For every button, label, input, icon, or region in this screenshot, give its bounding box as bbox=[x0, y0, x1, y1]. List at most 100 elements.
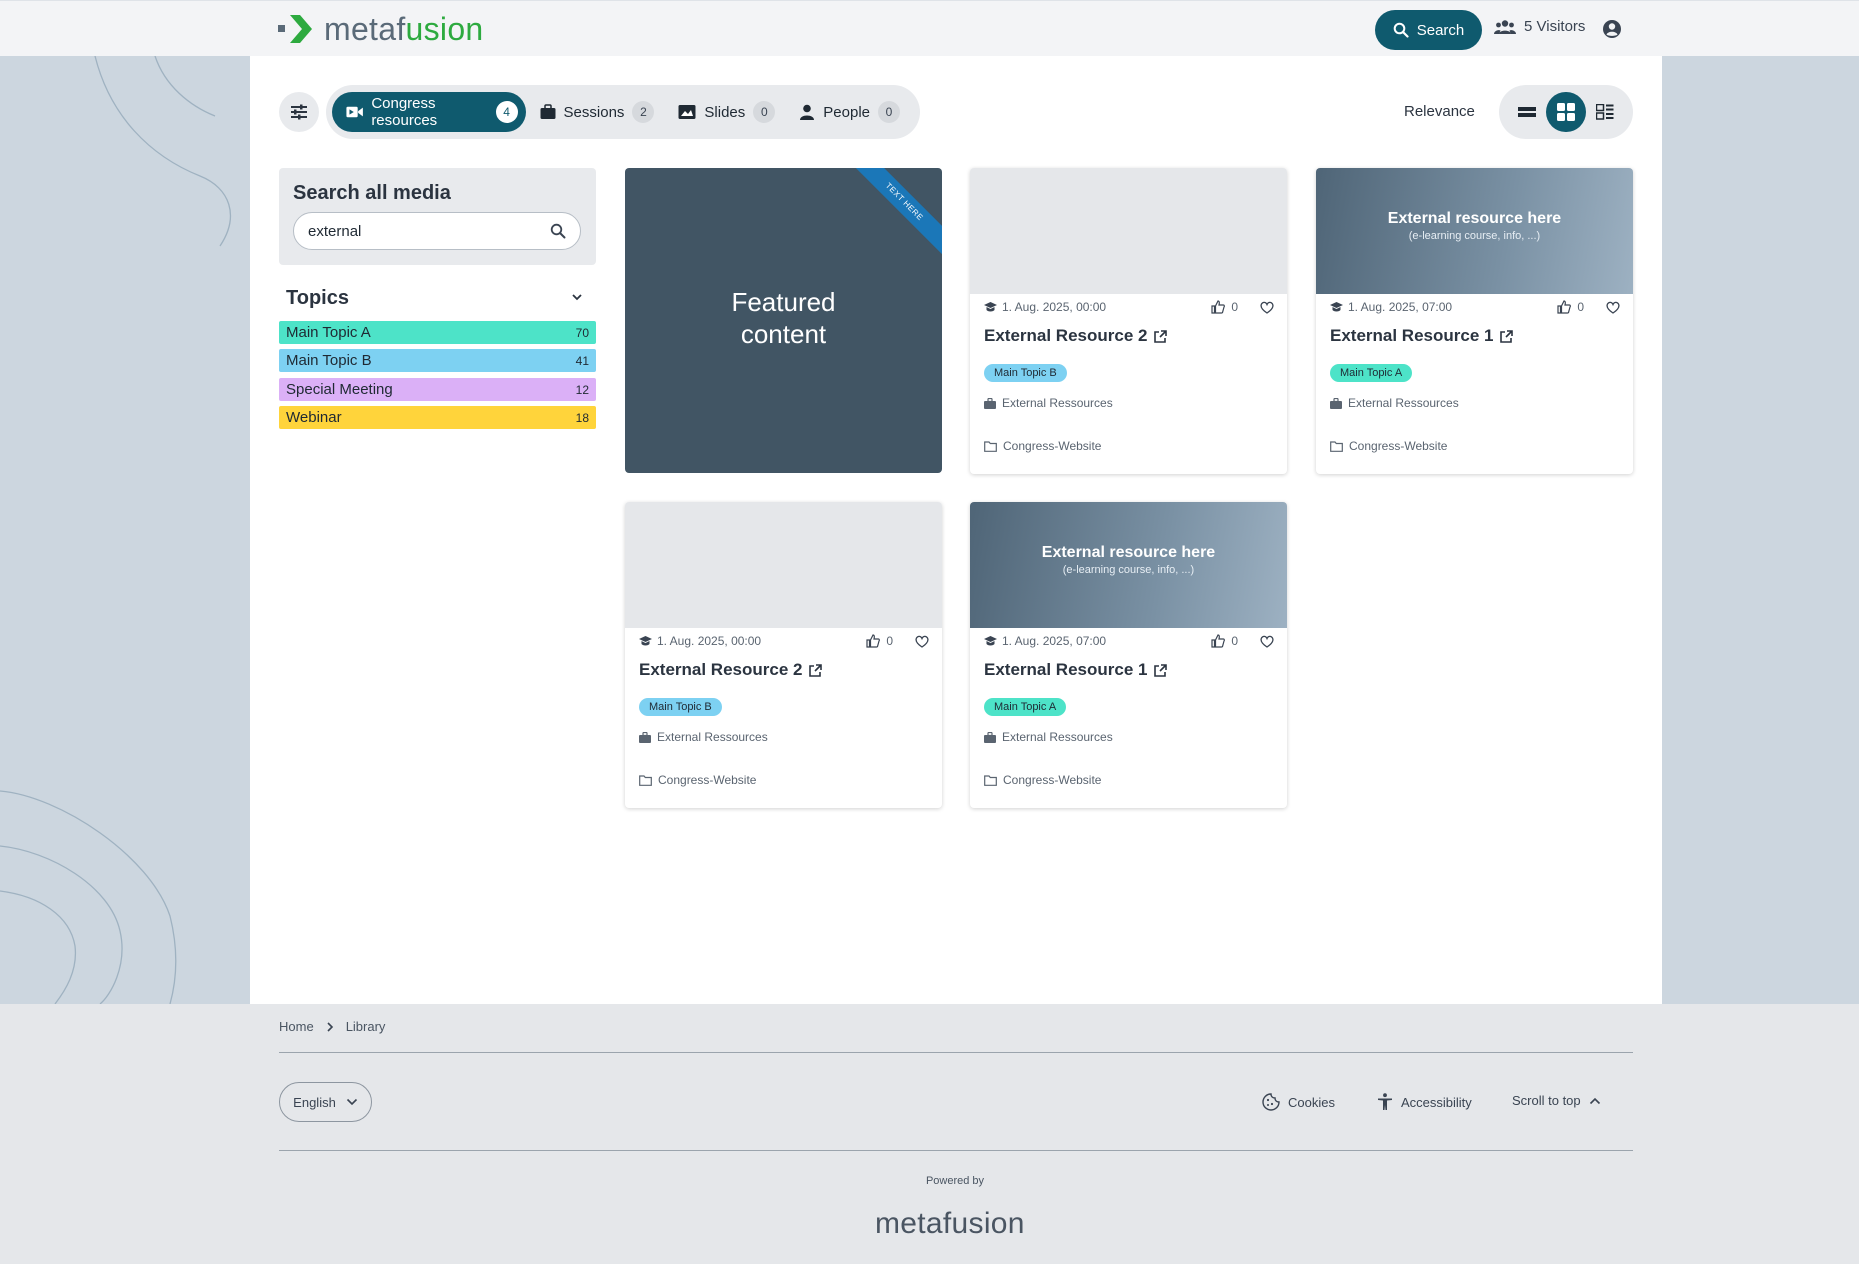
search-icon[interactable] bbox=[550, 223, 566, 239]
heart-icon[interactable] bbox=[1260, 635, 1274, 648]
heart-icon[interactable] bbox=[1606, 301, 1620, 314]
filter-toggle-button[interactable] bbox=[279, 92, 319, 132]
view-compact-button[interactable] bbox=[1586, 92, 1625, 132]
like-button[interactable]: 0 bbox=[1557, 300, 1584, 314]
logo[interactable]: metafusion bbox=[278, 13, 484, 45]
header-search-button[interactable]: Search bbox=[1375, 10, 1482, 50]
media-search-box: Search all media external bbox=[279, 168, 596, 265]
account-button[interactable] bbox=[1602, 19, 1622, 39]
like-button[interactable]: 0 bbox=[1211, 300, 1238, 314]
topic-tag[interactable]: Main Topic B bbox=[639, 698, 722, 716]
chevron-down-icon[interactable] bbox=[570, 290, 584, 304]
breadcrumb-home[interactable]: Home bbox=[279, 1019, 314, 1034]
card-title[interactable]: External Resource 1 bbox=[984, 660, 1168, 680]
scroll-to-top-link[interactable]: Scroll to top bbox=[1512, 1093, 1601, 1108]
card-folder-text: Congress-Website bbox=[1003, 439, 1102, 453]
thumbs-up-icon bbox=[1211, 300, 1226, 314]
graduation-cap-icon bbox=[984, 301, 997, 311]
folder-icon bbox=[639, 774, 652, 786]
briefcase-icon bbox=[984, 731, 996, 743]
tab-slides[interactable]: Slides 0 bbox=[668, 92, 785, 132]
visitors-icon bbox=[1494, 19, 1516, 34]
card-title-text: External Resource 2 bbox=[984, 326, 1148, 345]
card-folder-text: Congress-Website bbox=[658, 773, 757, 787]
topic-filter-main-topic-a[interactable]: Main Topic A 70 bbox=[279, 321, 596, 344]
logo-text-part2: usion bbox=[405, 11, 484, 47]
breadcrumb-current[interactable]: Library bbox=[346, 1019, 386, 1034]
topic-label: Main Topic A bbox=[286, 324, 371, 341]
visitors-button[interactable]: 5 Visitors bbox=[1494, 18, 1585, 35]
card-thumbnail bbox=[625, 502, 942, 628]
heart-icon[interactable] bbox=[1260, 301, 1274, 314]
card-meta: 1. Aug. 2025, 07:00 0 bbox=[984, 634, 1274, 648]
cookies-link[interactable]: Cookies bbox=[1262, 1093, 1335, 1111]
featured-line-2: content bbox=[740, 319, 827, 349]
resource-card[interactable]: External resource here (e-learning cours… bbox=[970, 502, 1287, 808]
resource-card[interactable]: External resource here (e-learning cours… bbox=[1316, 168, 1633, 474]
featured-text: Featured content bbox=[625, 286, 942, 350]
card-session: External Ressources bbox=[984, 730, 1113, 744]
like-button[interactable]: 0 bbox=[866, 634, 893, 648]
powered-by-label: Powered by bbox=[925, 1175, 985, 1187]
card-session-text: External Ressources bbox=[657, 730, 768, 744]
chevron-right-icon bbox=[327, 1021, 333, 1032]
folder-icon bbox=[984, 774, 997, 786]
top-header: metafusion Search 5 Visitors bbox=[0, 0, 1859, 56]
search-input-value: external bbox=[308, 222, 362, 240]
topic-tag[interactable]: Main Topic B bbox=[984, 364, 1067, 382]
sort-dropdown[interactable]: Relevance bbox=[1404, 103, 1475, 120]
tab-people[interactable]: People 0 bbox=[789, 92, 910, 132]
like-count: 0 bbox=[1577, 300, 1584, 314]
topic-filter-webinar[interactable]: Webinar 18 bbox=[279, 406, 596, 429]
card-title-text: External Resource 1 bbox=[984, 660, 1148, 679]
card-date-text: 1. Aug. 2025, 07:00 bbox=[1348, 300, 1453, 314]
resource-card[interactable]: 1. Aug. 2025, 00:00 0 External Resource … bbox=[970, 168, 1287, 474]
tab-count: 0 bbox=[753, 101, 776, 123]
heart-icon[interactable] bbox=[915, 635, 929, 648]
briefcase-icon bbox=[540, 104, 556, 119]
external-link-icon bbox=[809, 663, 823, 677]
view-grid-button[interactable] bbox=[1546, 92, 1586, 132]
thumbs-up-icon bbox=[1211, 634, 1226, 648]
graduation-cap-icon bbox=[1330, 301, 1343, 311]
language-value: English bbox=[293, 1094, 336, 1110]
card-title-text: External Resource 1 bbox=[1330, 326, 1494, 345]
slides-icon bbox=[678, 105, 696, 119]
external-link-icon bbox=[1154, 663, 1168, 677]
media-search-input[interactable]: external bbox=[293, 212, 581, 250]
card-title-text: External Resource 2 bbox=[639, 660, 803, 679]
featured-content-card[interactable]: Featured content TEXT HERE bbox=[625, 168, 942, 473]
tab-count: 0 bbox=[878, 101, 900, 123]
person-icon bbox=[800, 104, 815, 120]
topic-filter-main-topic-b[interactable]: Main Topic B 41 bbox=[279, 349, 596, 372]
tab-sessions[interactable]: Sessions 2 bbox=[530, 92, 665, 132]
footer-divider bbox=[279, 1150, 1633, 1151]
resource-card[interactable]: 1. Aug. 2025, 00:00 0 External Resource … bbox=[625, 502, 942, 808]
topic-filter-special-meeting[interactable]: Special Meeting 12 bbox=[279, 378, 596, 401]
search-button-label: Search bbox=[1416, 21, 1465, 39]
card-date: 1. Aug. 2025, 07:00 bbox=[984, 634, 1211, 648]
topic-tag[interactable]: Main Topic A bbox=[1330, 364, 1413, 382]
breadcrumb: Home Library bbox=[279, 1019, 385, 1034]
language-select[interactable]: English bbox=[279, 1082, 372, 1122]
scroll-to-top-label: Scroll to top bbox=[1512, 1093, 1581, 1108]
topic-count: 12 bbox=[575, 382, 589, 397]
like-button[interactable]: 0 bbox=[1211, 634, 1238, 648]
topics-heading[interactable]: Topics bbox=[286, 287, 349, 310]
card-session: External Ressources bbox=[1330, 396, 1459, 410]
accessibility-link[interactable]: Accessibility bbox=[1377, 1093, 1472, 1111]
view-list-button[interactable] bbox=[1507, 92, 1546, 132]
tab-count: 4 bbox=[495, 101, 518, 123]
accessibility-label: Accessibility bbox=[1401, 1094, 1472, 1110]
card-thumbnail bbox=[970, 168, 1287, 294]
card-title[interactable]: External Resource 2 bbox=[639, 660, 823, 680]
card-folder: Congress-Website bbox=[639, 773, 756, 787]
chevron-up-icon bbox=[1589, 1097, 1600, 1104]
topic-tag[interactable]: Main Topic A bbox=[984, 698, 1067, 716]
card-meta: 1. Aug. 2025, 07:00 0 bbox=[1330, 300, 1620, 314]
search-icon bbox=[1393, 22, 1409, 38]
tab-congress-resources[interactable]: Congress resources 4 bbox=[332, 92, 526, 132]
card-title[interactable]: External Resource 2 bbox=[984, 326, 1168, 346]
card-title[interactable]: External Resource 1 bbox=[1330, 326, 1514, 346]
footer-logo[interactable]: metafusion bbox=[875, 1207, 1025, 1241]
